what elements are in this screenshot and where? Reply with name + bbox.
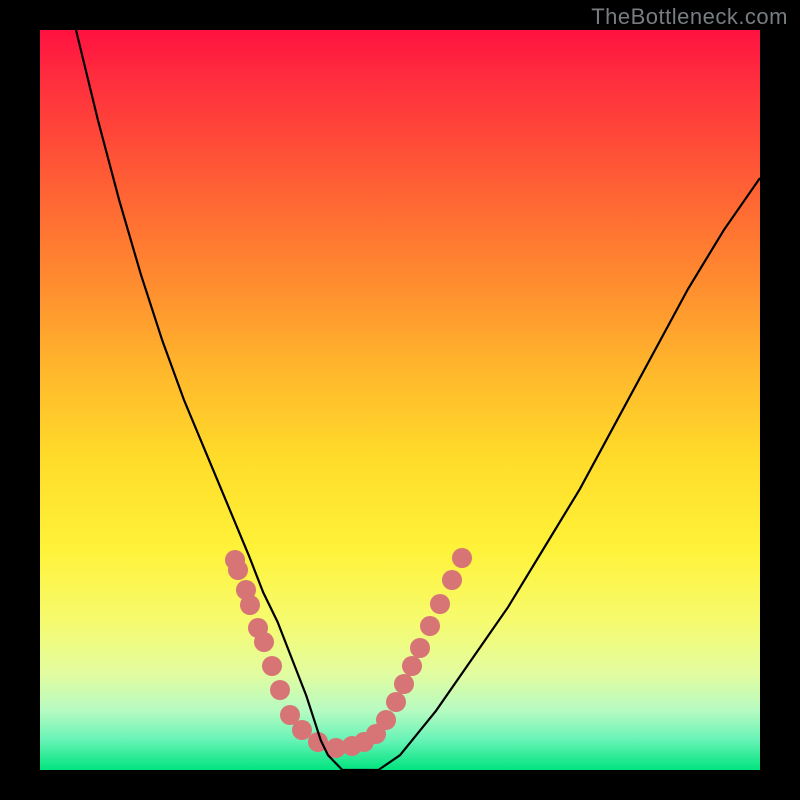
watermark-text: TheBottleneck.com — [591, 4, 788, 30]
marker-cluster — [225, 548, 472, 758]
marker-point — [402, 656, 422, 676]
plot-area — [40, 30, 760, 770]
marker-point — [262, 656, 282, 676]
marker-point — [420, 616, 440, 636]
marker-point — [394, 674, 414, 694]
curve-layer — [40, 30, 760, 770]
marker-point — [442, 570, 462, 590]
marker-point — [228, 560, 248, 580]
marker-point — [292, 720, 312, 740]
marker-point — [376, 710, 396, 730]
marker-point — [452, 548, 472, 568]
marker-point — [386, 692, 406, 712]
marker-point — [270, 680, 290, 700]
marker-point — [410, 638, 430, 658]
marker-point — [430, 594, 450, 614]
marker-point — [254, 632, 274, 652]
marker-point — [240, 595, 260, 615]
chart-frame: TheBottleneck.com — [0, 0, 800, 800]
